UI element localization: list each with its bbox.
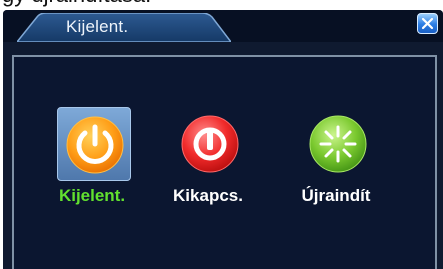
restart-icon-wrap	[301, 107, 375, 181]
dialog-title: Kijelent.	[66, 17, 129, 36]
logout-label: Kijelent.	[58, 186, 126, 205]
power-icon	[66, 116, 124, 174]
logout-option[interactable]: Kijelent.	[42, 107, 142, 217]
options-panel: Kijelent. Kikapcs. Újraindít	[12, 55, 437, 269]
restart-icon	[309, 115, 367, 173]
clipped-caption: gy újraindítása:	[2, 0, 151, 8]
restart-label: Újraindít	[301, 186, 371, 205]
title-tab: Kijelent.	[17, 13, 231, 42]
logout-dialog: Kijelent. Kijelent. Kikapcs. Újraindít	[3, 10, 443, 269]
dialog-titlebar: Kijelent.	[3, 10, 443, 42]
close-icon	[421, 17, 434, 30]
shutdown-option[interactable]: Kikapcs.	[158, 107, 258, 217]
logout-icon-highlight	[57, 107, 131, 181]
close-button[interactable]	[417, 13, 438, 34]
shutdown-icon-wrap	[173, 107, 247, 181]
restart-option[interactable]: Újraindít	[286, 107, 386, 217]
shutdown-icon	[181, 115, 239, 173]
shutdown-label: Kikapcs.	[173, 186, 243, 205]
